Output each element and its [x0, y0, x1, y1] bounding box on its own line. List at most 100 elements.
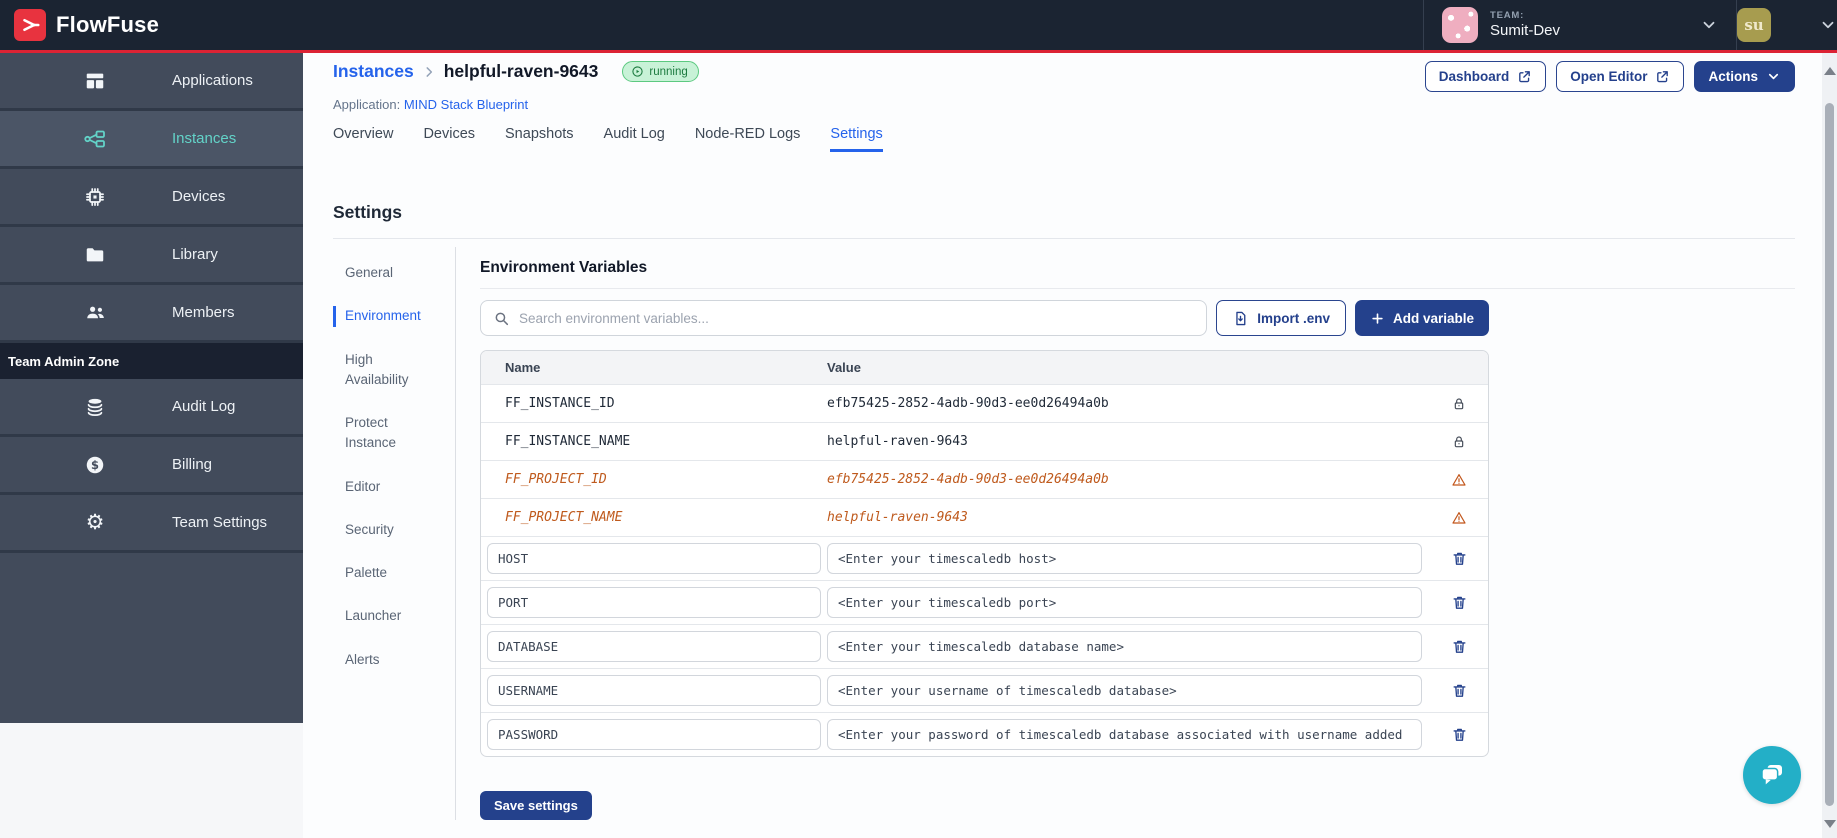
tab-devices[interactable]: Devices — [423, 126, 475, 152]
dollar-icon: $ — [82, 452, 108, 478]
sidebar-item-billing[interactable]: $ Billing — [0, 437, 303, 495]
team-selector[interactable]: TEAM: Sumit-Dev — [1424, 0, 1736, 50]
flowfuse-logo-icon — [14, 9, 46, 41]
subnav-palette[interactable]: Palette — [333, 563, 425, 583]
subnav-high-availability[interactable]: High Availability — [333, 350, 425, 391]
env-name-input[interactable] — [487, 543, 821, 574]
breadcrumb-separator-icon — [422, 65, 436, 79]
sidebar-item-audit-log[interactable]: Audit Log — [0, 379, 303, 437]
tab-overview[interactable]: Overview — [333, 126, 393, 152]
sidebar-item-instances[interactable]: Instances — [0, 111, 303, 169]
subnav-security[interactable]: Security — [333, 520, 425, 540]
divider — [480, 288, 1795, 289]
table-row — [481, 536, 1488, 580]
table-row: FF_INSTANCE_NAME helpful-raven-9643 — [481, 422, 1488, 460]
tab-node-red-logs[interactable]: Node-RED Logs — [695, 126, 801, 152]
subnav-general[interactable]: General — [333, 263, 425, 283]
breadcrumb-instances-link[interactable]: Instances — [333, 61, 414, 82]
delete-variable-button[interactable] — [1451, 550, 1468, 567]
instances-icon — [82, 126, 108, 152]
actions-button[interactable]: Actions — [1694, 61, 1795, 92]
external-link-icon — [1519, 71, 1531, 83]
import-env-button[interactable]: Import .env — [1216, 300, 1346, 336]
application-line: Application: MIND Stack Blueprint — [333, 97, 1795, 112]
application-link[interactable]: MIND Stack Blueprint — [404, 97, 528, 112]
env-value-input[interactable] — [827, 587, 1422, 618]
env-value-input[interactable] — [827, 631, 1422, 662]
sidebar-item-label: Instances — [172, 130, 237, 147]
subnav-editor[interactable]: Editor — [333, 477, 425, 497]
env-name-input[interactable] — [487, 719, 821, 750]
trash-icon — [1453, 552, 1465, 565]
folder-icon — [82, 242, 108, 268]
settings-subnav: General Environment High Availability Pr… — [333, 247, 456, 820]
delete-variable-button[interactable] — [1451, 682, 1468, 699]
trash-icon — [1453, 728, 1465, 741]
env-variables-title: Environment Variables — [480, 259, 648, 276]
open-editor-button[interactable]: Open Editor — [1556, 61, 1685, 92]
sidebar-item-label: Library — [172, 246, 218, 263]
chevron-down-icon — [1768, 73, 1779, 80]
sidebar-item-label: Billing — [172, 456, 213, 473]
user-menu[interactable]: su — [1737, 0, 1837, 50]
main-content: Instances helpful-raven-9643 running Das… — [303, 53, 1822, 838]
instance-name: helpful-raven-9643 — [443, 61, 599, 81]
table-row — [481, 712, 1488, 756]
lock-icon — [1430, 396, 1488, 412]
warning-icon — [1430, 472, 1488, 488]
env-value-input[interactable] — [827, 675, 1422, 706]
column-header-value: Value — [827, 360, 861, 375]
user-avatar: su — [1737, 8, 1771, 42]
trash-icon — [1453, 684, 1465, 697]
table-row: FF_INSTANCE_ID efb75425-2852-4adb-90d3-e… — [481, 384, 1488, 422]
env-value-input[interactable] — [827, 719, 1422, 750]
divider — [333, 238, 1795, 239]
sidebar-item-applications[interactable]: Applications — [0, 53, 303, 111]
trash-icon — [1453, 596, 1465, 609]
add-variable-button[interactable]: Add variable — [1354, 300, 1489, 336]
env-name-input[interactable] — [487, 675, 821, 706]
scrollbar-down-arrow[interactable] — [1823, 820, 1836, 828]
env-name-input[interactable] — [487, 587, 821, 618]
tab-audit-log[interactable]: Audit Log — [604, 126, 665, 152]
delete-variable-button[interactable] — [1451, 726, 1468, 743]
table-row: FF_PROJECT_ID efb75425-2852-4adb-90d3-ee… — [481, 460, 1488, 498]
flowfuse-logo[interactable]: FlowFuse — [14, 9, 159, 41]
chip-icon — [82, 184, 108, 210]
tab-snapshots[interactable]: Snapshots — [505, 126, 574, 152]
scrollbar-up-arrow[interactable] — [1823, 67, 1836, 75]
scrollbar-thumb[interactable] — [1825, 103, 1834, 806]
delete-variable-button[interactable] — [1451, 594, 1468, 611]
external-link-icon — [1657, 71, 1669, 83]
subnav-alerts[interactable]: Alerts — [333, 650, 425, 670]
search-input[interactable] — [519, 310, 1195, 326]
sidebar-item-team-settings[interactable]: ⚙ Team Settings — [0, 495, 303, 553]
dashboard-button[interactable]: Dashboard — [1424, 61, 1547, 92]
table-header: Name Value — [481, 351, 1488, 384]
subnav-environment[interactable]: Environment — [333, 306, 425, 327]
gear-icon: ⚙ — [85, 511, 105, 534]
env-value-input[interactable] — [827, 543, 1422, 574]
brand-name: FlowFuse — [56, 12, 160, 37]
top-navigation-bar: FlowFuse TEAM: Sumit-Dev su — [0, 0, 1837, 53]
chat-widget-button[interactable] — [1743, 746, 1801, 804]
env-name-input[interactable] — [487, 631, 821, 662]
delete-variable-button[interactable] — [1451, 638, 1468, 655]
sidebar-item-label: Devices — [172, 188, 226, 205]
plus-icon — [1372, 312, 1383, 324]
table-row — [481, 668, 1488, 712]
column-header-name: Name — [505, 360, 541, 375]
sidebar-item-label: Members — [172, 304, 235, 321]
sidebar-item-members[interactable]: Members — [0, 285, 303, 343]
page-scrollbar[interactable] — [1822, 53, 1837, 838]
subnav-protect-instance[interactable]: Protect Instance — [333, 413, 425, 454]
sidebar-item-devices[interactable]: Devices — [0, 169, 303, 227]
lock-icon — [1430, 434, 1488, 450]
sidebar-item-library[interactable]: Library — [0, 227, 303, 285]
subnav-launcher[interactable]: Launcher — [333, 606, 425, 626]
team-avatar — [1442, 7, 1478, 43]
tab-settings[interactable]: Settings — [830, 126, 883, 152]
table-row — [481, 624, 1488, 668]
status-badge: running — [622, 61, 699, 82]
save-settings-button[interactable]: Save settings — [480, 791, 592, 820]
